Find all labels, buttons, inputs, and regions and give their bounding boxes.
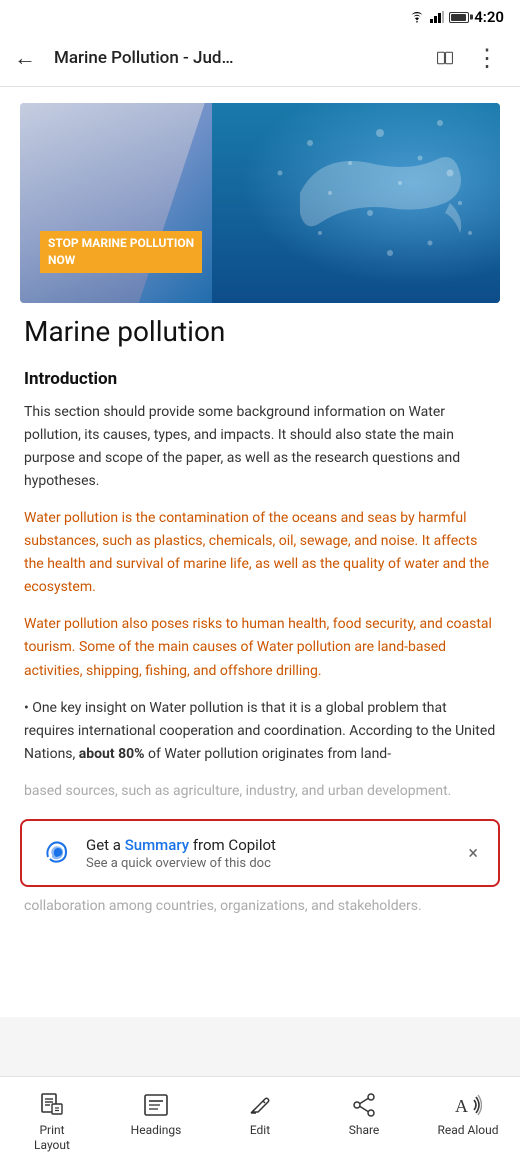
battery-icon	[449, 12, 469, 23]
svg-text:A: A	[455, 1096, 468, 1116]
intro-para-3: Water pollution also poses risks to huma…	[24, 613, 496, 682]
status-bar: 4:20	[0, 0, 520, 30]
status-time: 4:20	[474, 8, 504, 26]
copilot-text: Get a Summary from Copilot See a quick o…	[86, 836, 452, 871]
signal-icon	[430, 11, 444, 23]
read-aloud-label: Read Aloud	[437, 1123, 498, 1137]
toolbar-read-aloud[interactable]: A Read Aloud	[416, 1085, 520, 1158]
summary-link[interactable]: Summary	[125, 836, 189, 854]
toolbar-print-layout[interactable]: Print Layout	[0, 1085, 104, 1158]
wifi-icon	[409, 11, 425, 23]
hero-image: STOP MARINE POLLUTION NOW	[20, 103, 500, 303]
document-title: Marine Pollution - Jud…	[54, 48, 421, 68]
print-layout-icon	[38, 1091, 66, 1119]
intro-para-1: This section should provide some backgro…	[24, 401, 496, 493]
back-button[interactable]: ←	[14, 41, 44, 75]
edit-icon	[246, 1091, 274, 1119]
print-layout-label: Print Layout	[34, 1123, 70, 1152]
share-label: Share	[349, 1123, 380, 1137]
copilot-banner[interactable]: Get a Summary from Copilot See a quick o…	[20, 819, 500, 887]
share-icon	[350, 1091, 378, 1119]
headings-icon	[142, 1091, 170, 1119]
content-area: STOP MARINE POLLUTION NOW Marine polluti…	[0, 87, 520, 1017]
headings-label: Headings	[131, 1123, 182, 1137]
toolbar-headings[interactable]: Headings	[104, 1085, 208, 1158]
copilot-logo-icon	[38, 835, 74, 871]
intro-para-2: Water pollution is the contamination of …	[24, 507, 496, 599]
intro-para-4-partial: based sources, such as agriculture, indu…	[24, 780, 496, 803]
copilot-close-button[interactable]: ×	[464, 839, 482, 868]
copilot-sub-text: See a quick overview of this doc	[86, 856, 452, 871]
edit-label: Edit	[250, 1123, 270, 1137]
section-introduction-title: Introduction	[24, 369, 496, 389]
immersive-reader-button[interactable]	[431, 47, 459, 69]
intro-para-4: • One key insight on Water pollution is …	[24, 697, 496, 766]
document-main-title: Marine pollution	[24, 315, 496, 349]
toolbar-edit[interactable]: Edit	[208, 1085, 312, 1158]
read-aloud-icon: A	[454, 1091, 482, 1119]
document-body: Marine pollution Introduction This secti…	[0, 303, 520, 819]
after-banner-text: collaboration among countries, organizat…	[0, 887, 520, 917]
copilot-main-text: Get a Summary from Copilot	[86, 836, 452, 854]
top-bar: ← Marine Pollution - Jud… ⋮	[0, 30, 520, 87]
hero-tagline: STOP MARINE POLLUTION NOW	[40, 231, 202, 273]
status-icons: 4:20	[409, 8, 504, 26]
bottom-toolbar: Print Layout Headings Edit	[0, 1076, 520, 1162]
toolbar-share[interactable]: Share	[312, 1085, 416, 1158]
more-options-button[interactable]: ⋮	[469, 40, 506, 76]
